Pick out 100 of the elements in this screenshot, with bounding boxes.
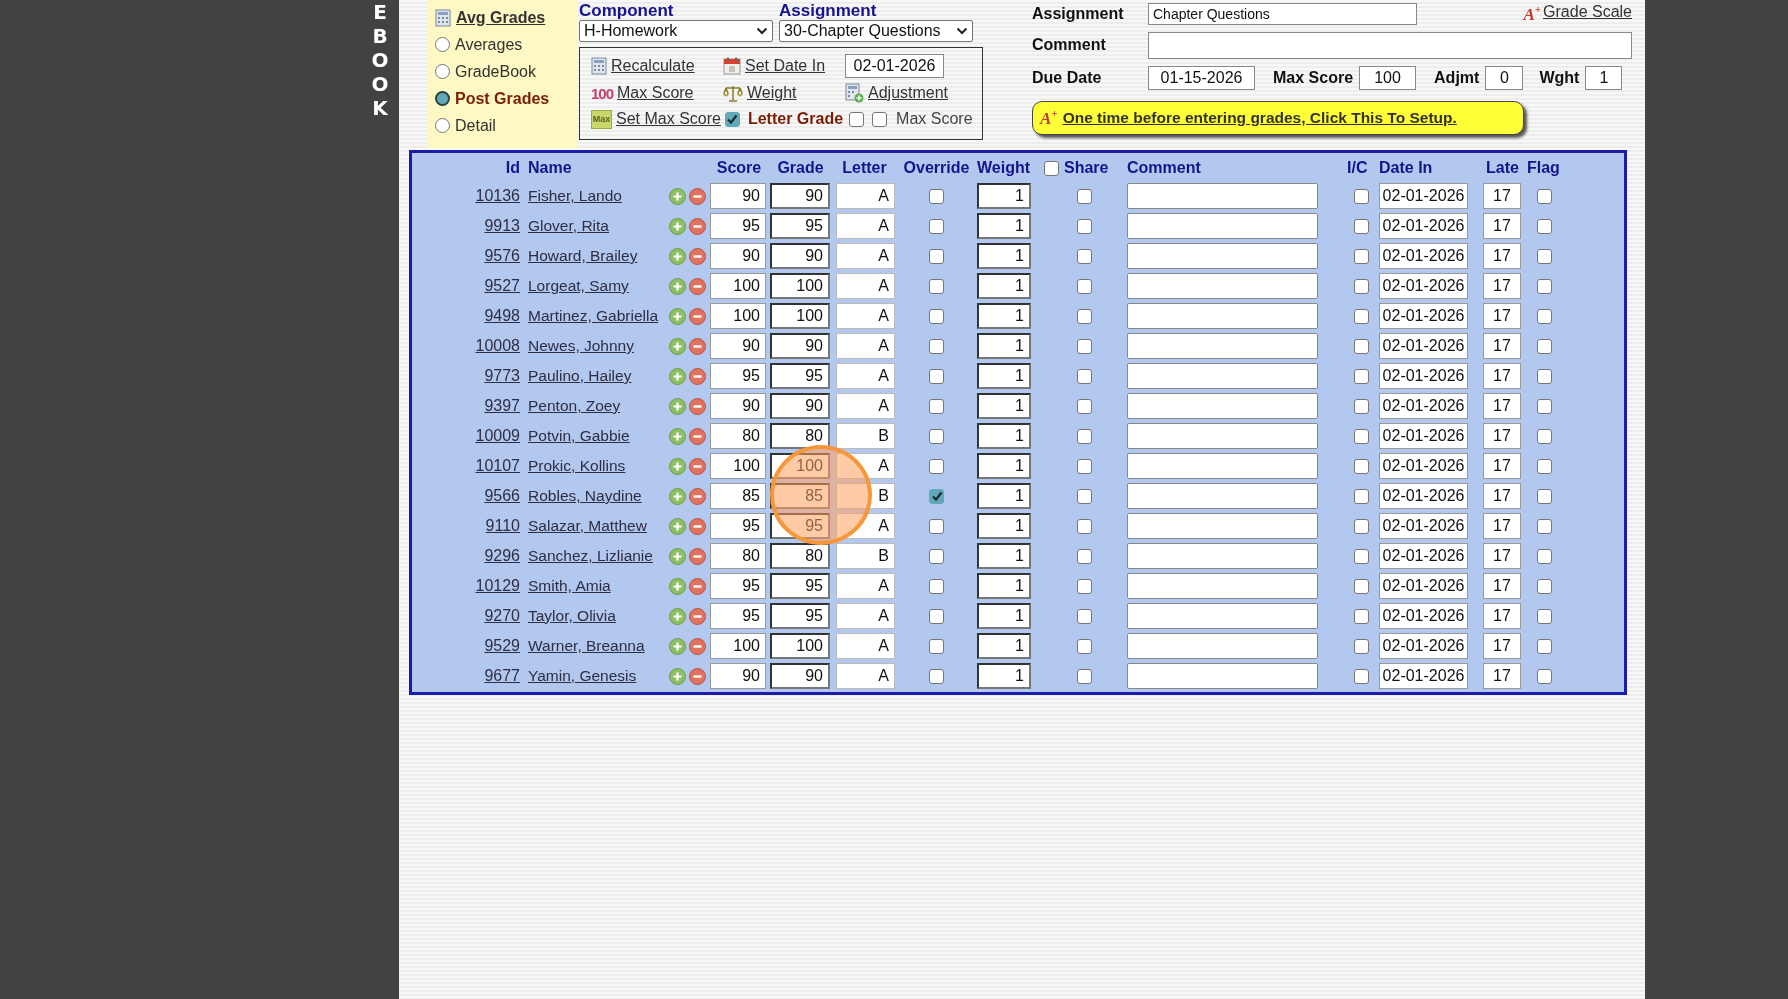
checkbox[interactable] <box>1077 518 1092 534</box>
checkbox[interactable] <box>1537 188 1552 204</box>
checkbox[interactable] <box>1354 398 1369 414</box>
letter-field[interactable]: A <box>836 663 895 689</box>
student-id-link[interactable]: 9913 <box>484 217 520 235</box>
weight-field[interactable]: 1 <box>977 213 1031 239</box>
weight-field[interactable]: 1 <box>977 303 1031 329</box>
date-field[interactable]: 02-01-2026 <box>845 54 944 78</box>
checkbox[interactable] <box>1537 218 1552 234</box>
checkbox[interactable] <box>1077 428 1092 444</box>
checkbox[interactable] <box>1354 668 1369 684</box>
letter-field[interactable]: A <box>836 363 895 389</box>
date-in-field[interactable]: 02-01-2026 <box>1379 183 1468 209</box>
date-in-field[interactable]: 02-01-2026 <box>1379 363 1468 389</box>
grade-field[interactable]: 95 <box>770 213 830 239</box>
comment-field[interactable] <box>1127 243 1318 269</box>
score-field[interactable]: 90 <box>710 183 766 209</box>
checkbox[interactable] <box>929 668 944 684</box>
weight-field[interactable]: 1 <box>977 513 1031 539</box>
score-field[interactable]: 95 <box>710 213 766 239</box>
late-field[interactable]: 17 <box>1483 303 1521 329</box>
comment-field[interactable] <box>1127 573 1318 599</box>
grade-field[interactable]: 90 <box>770 663 830 689</box>
checkbox[interactable] <box>929 428 944 444</box>
date-in-field[interactable]: 02-01-2026 <box>1379 423 1468 449</box>
checkbox[interactable] <box>1077 488 1092 504</box>
checkbox[interactable] <box>1077 368 1092 384</box>
grade-field[interactable]: 90 <box>770 183 830 209</box>
student-id-link[interactable]: 9397 <box>484 397 520 415</box>
radio-button[interactable] <box>435 64 450 79</box>
checkbox[interactable] <box>929 548 944 564</box>
checkbox[interactable] <box>872 111 888 127</box>
checkbox[interactable] <box>1537 308 1552 324</box>
checkbox[interactable] <box>1077 608 1092 624</box>
checkbox[interactable] <box>849 111 865 127</box>
checkbox[interactable] <box>1354 248 1369 264</box>
date-in-field[interactable]: 02-01-2026 <box>1379 273 1468 299</box>
checkbox[interactable] <box>1077 218 1092 234</box>
student-name-link[interactable]: Fisher, Lando <box>528 187 622 205</box>
checkbox[interactable] <box>1077 188 1092 204</box>
comment-field[interactable] <box>1127 273 1318 299</box>
weight-field[interactable]: 1 <box>977 393 1031 419</box>
grade-field[interactable]: 90 <box>770 393 830 419</box>
checkbox[interactable] <box>1354 368 1369 384</box>
score-field[interactable]: 100 <box>710 273 766 299</box>
checkbox[interactable] <box>1354 428 1369 444</box>
student-name-link[interactable]: Lorgeat, Samy <box>528 277 629 295</box>
checkbox[interactable] <box>1537 278 1552 294</box>
comment-field[interactable] <box>1127 393 1318 419</box>
checkbox[interactable] <box>1537 638 1552 654</box>
set-date-in-link[interactable]: Set Date In <box>745 57 826 75</box>
student-id-link[interactable]: 9498 <box>484 307 520 325</box>
student-id-link[interactable]: 9677 <box>484 667 520 685</box>
student-name-link[interactable]: Potvin, Gabbie <box>528 427 630 445</box>
date-in-field[interactable]: 02-01-2026 <box>1379 663 1468 689</box>
grade-field[interactable]: 85 <box>770 483 830 509</box>
assignment-dropdown[interactable]: 30-Chapter Questions <box>779 20 973 42</box>
checkbox[interactable] <box>1077 578 1092 594</box>
letter-field[interactable]: A <box>836 393 895 419</box>
option-label[interactable]: Averages <box>455 35 523 54</box>
checkbox[interactable] <box>1354 458 1369 474</box>
checkbox[interactable] <box>929 338 944 354</box>
comment-field[interactable] <box>1127 603 1318 629</box>
date-in-field[interactable]: 02-01-2026 <box>1379 573 1468 599</box>
student-id-link[interactable]: 10009 <box>475 427 520 445</box>
student-name-link[interactable]: Prokic, Kollins <box>528 457 626 475</box>
comment-field[interactable] <box>1127 363 1318 389</box>
weight-field[interactable]: 1 <box>977 273 1031 299</box>
comment-field[interactable] <box>1127 543 1318 569</box>
checkbox[interactable] <box>1077 308 1092 324</box>
letter-field[interactable]: A <box>836 243 895 269</box>
late-field[interactable]: 17 <box>1483 543 1521 569</box>
checkbox[interactable] <box>1537 518 1552 534</box>
student-name-link[interactable]: Newes, Johnny <box>528 337 634 355</box>
comment-field[interactable] <box>1127 663 1318 689</box>
checkbox[interactable] <box>929 368 944 384</box>
checkbox[interactable] <box>1354 218 1369 234</box>
late-field[interactable]: 17 <box>1483 603 1521 629</box>
letter-field[interactable]: A <box>836 633 895 659</box>
checkbox[interactable] <box>929 608 944 624</box>
late-field[interactable]: 17 <box>1483 573 1521 599</box>
weight-field[interactable]: 1 <box>977 423 1031 449</box>
weight-field[interactable]: 1 <box>977 483 1031 509</box>
student-id-link[interactable]: 10008 <box>475 337 520 355</box>
date-in-field[interactable]: 02-01-2026 <box>1379 543 1468 569</box>
radio-button[interactable] <box>435 37 450 52</box>
checkbox[interactable] <box>1537 548 1552 564</box>
student-id-link[interactable]: 9773 <box>484 367 520 385</box>
grade-field[interactable]: 95 <box>770 513 830 539</box>
checkbox[interactable] <box>929 278 944 294</box>
score-field[interactable]: 95 <box>710 363 766 389</box>
checkbox[interactable] <box>1537 368 1552 384</box>
checkbox[interactable] <box>1077 668 1092 684</box>
grade-field[interactable]: 80 <box>770 423 830 449</box>
late-field[interactable]: 17 <box>1483 273 1521 299</box>
weight-field[interactable]: 1 <box>977 333 1031 359</box>
weight-field[interactable]: 1 <box>977 453 1031 479</box>
comment-field[interactable] <box>1148 31 1632 59</box>
set-max-score-link[interactable]: Set Max Score <box>616 110 721 128</box>
checkbox[interactable] <box>1354 338 1369 354</box>
